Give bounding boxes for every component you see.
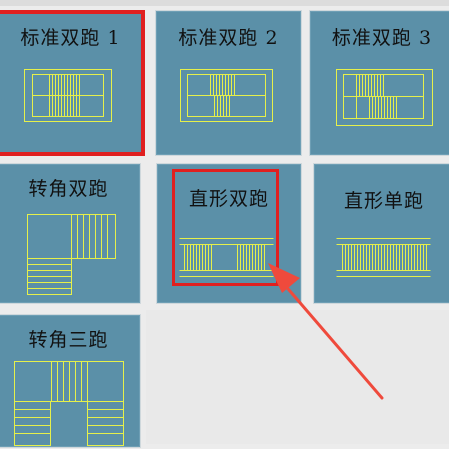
header-strip: [0, 0, 449, 6]
standard-double-run-3-icon: [336, 69, 433, 126]
standard-double-run-2-icon: [180, 69, 273, 122]
corner-double-run-icon: [27, 214, 116, 295]
corner-triple-run-icon: [14, 361, 124, 446]
empty-grid-area: [146, 310, 449, 444]
tile-corner-double-run[interactable]: 转角双跑: [0, 163, 141, 304]
straight-single-run-icon: [336, 238, 431, 277]
annotation-highlight-box: [172, 169, 279, 286]
tile-standard-double-run-2[interactable]: 标准双跑 2: [155, 10, 302, 156]
tile-corner-triple-run[interactable]: 转角三跑: [0, 314, 141, 448]
tile-standard-double-run-3[interactable]: 标准双跑 3: [309, 10, 449, 156]
selected-tile-highlight: [0, 10, 145, 156]
tile-straight-single-run[interactable]: 直形单跑: [313, 163, 449, 304]
